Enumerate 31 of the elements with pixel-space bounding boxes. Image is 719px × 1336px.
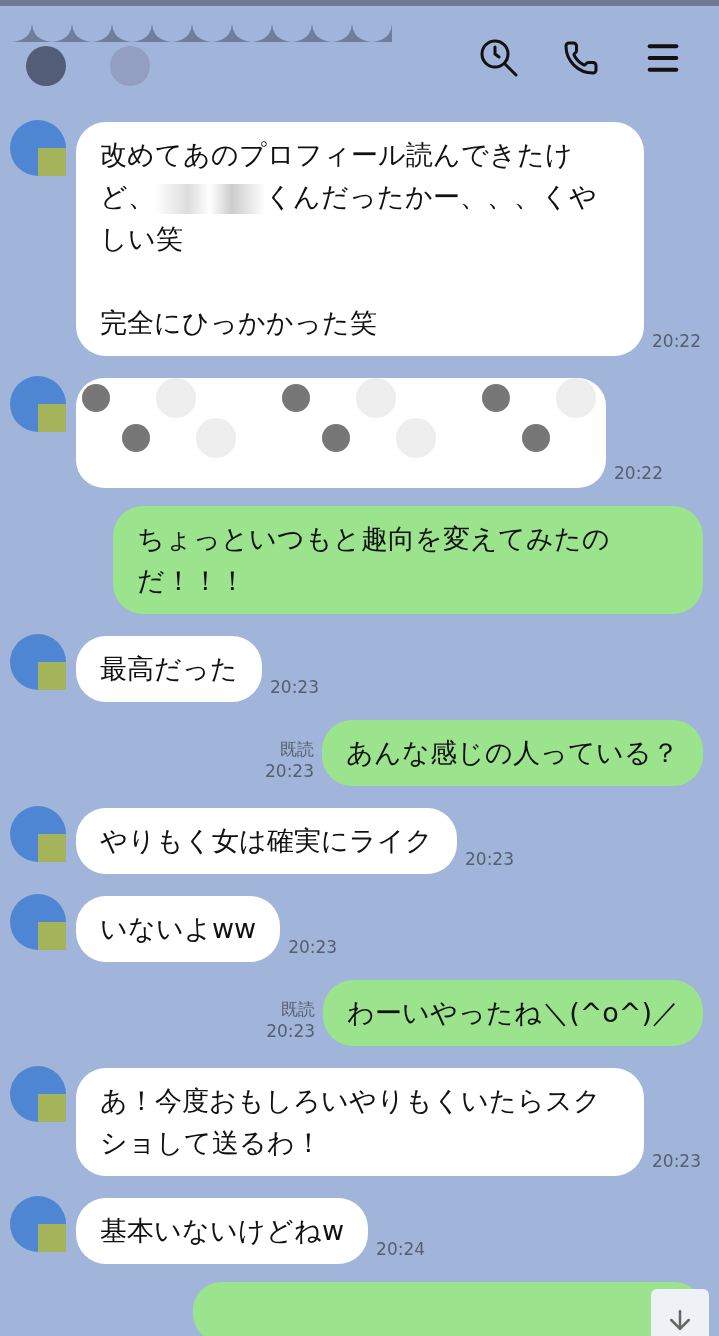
- message-text: あ！今度おもしろいやりもくいたらスクショして送るわ！: [100, 1084, 602, 1160]
- message-time: 20:24: [376, 1238, 426, 1260]
- message-time: 20:23: [465, 848, 514, 870]
- message-time: 20:23: [288, 936, 338, 958]
- message-text: 改めてあのプロフィール読んできたけど、 くんだったかー、、、くやしい笑: [100, 138, 598, 256]
- avatar-icon: [8, 118, 68, 178]
- avatar-icon: [8, 374, 68, 434]
- avatar-icon: [8, 892, 68, 952]
- message-time: 20:23: [270, 676, 319, 698]
- read-receipt: 既読: [281, 998, 316, 1020]
- message-text: 最高だった: [100, 652, 238, 686]
- scroll-down-button[interactable]: [651, 1289, 709, 1336]
- message-time: 20:22: [614, 462, 663, 484]
- message-time: 20:23: [266, 1020, 316, 1042]
- avatar-icon: [8, 804, 68, 864]
- message-text: ちょっといつもと趣向を変えてみたのだ！！！: [137, 522, 611, 598]
- avatar-icon: [8, 1194, 68, 1254]
- message-time: 20:23: [652, 1150, 701, 1172]
- message-text: あんな感じの人っている？: [346, 736, 679, 770]
- message-time: 20:22: [652, 330, 701, 352]
- avatar-icon: [8, 632, 68, 692]
- message-text: いないよww: [100, 912, 257, 946]
- message-text: わーいやったね＼(^o^)／: [347, 996, 679, 1030]
- read-receipt: 既読: [280, 738, 314, 760]
- message-text: 完全にひっかかった笑: [100, 306, 378, 340]
- message-time: 20:23: [265, 760, 314, 782]
- message-text: やりもく女は確実にライク: [100, 824, 433, 858]
- phone-icon[interactable]: [563, 40, 599, 76]
- avatar-icon: [8, 1064, 68, 1124]
- clock-search-icon[interactable]: [479, 38, 519, 78]
- message-text: 基本いないけどねw: [100, 1214, 345, 1248]
